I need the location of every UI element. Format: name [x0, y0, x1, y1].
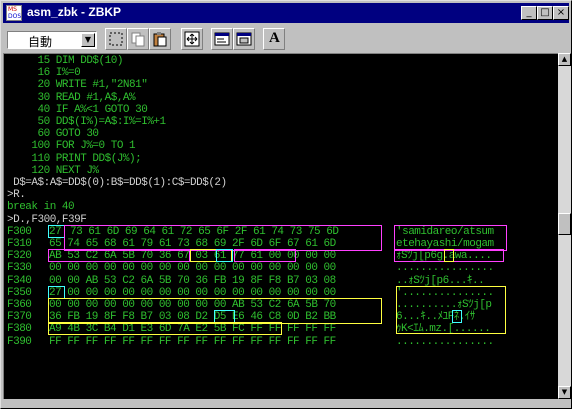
- dump-address: F310: [7, 238, 32, 250]
- mark-icon: [109, 32, 123, 46]
- dump-hex-bytes: 65 74 65 68 61 79 61 73 68 69 2F 6D 6F 6…: [49, 238, 336, 250]
- vertical-scrollbar[interactable]: ▲ ▼: [558, 53, 571, 399]
- mark-button[interactable]: [105, 28, 127, 50]
- dump-hex-bytes: 00 00 00 00 00 00 00 00 00 00 AB 53 C2 6…: [49, 299, 336, 311]
- dump-address: F340: [7, 274, 32, 287]
- copy-button[interactable]: [127, 28, 149, 50]
- dump-ascii: 'samidareo/atsum: [396, 225, 494, 238]
- terminal-line: 30 READ #1,A$,A%: [7, 91, 136, 104]
- terminal-line: break in 40: [7, 201, 75, 214]
- title-bar[interactable]: MS DOS asm_zbk - ZBKP _ □ ×: [3, 3, 569, 23]
- dump-hex-bytes: 00 00 AB 53 C2 6A 5B 70 36 FB 19 8F F8 B…: [49, 274, 336, 287]
- terminal-line: 15 DIM DD$(10): [7, 55, 124, 67]
- dump-hex-bytes: 00 00 00 00 00 00 00 00 00 00 00 00 00 0…: [49, 262, 336, 275]
- font-button[interactable]: A: [263, 28, 285, 50]
- dump-hex-bytes: 00 00 00 00 00 00 00 00 00 00 00 00 00 0…: [49, 286, 336, 299]
- msdos-icon[interactable]: MS DOS: [6, 5, 22, 21]
- properties-icon: [214, 32, 230, 46]
- close-button[interactable]: ×: [553, 6, 569, 20]
- bottom-strip: [3, 399, 571, 408]
- dump-address: F320: [7, 250, 32, 263]
- terminal-line: 40 IF A%<1 GOTO 30: [7, 103, 148, 116]
- font-icon: A: [269, 30, 280, 46]
- terminal-screen[interactable]: 15 DIM DD$(10) 16 I%=0 20 WRITE #1,"2N81…: [3, 53, 558, 399]
- chevron-down-icon[interactable]: ▼: [81, 33, 95, 47]
- background-button[interactable]: [233, 28, 255, 50]
- terminal-line: 50 DD$(I%)=A$:I%=I%+1: [7, 116, 167, 128]
- dump-address: F330: [7, 262, 32, 275]
- terminal-line: 120 NEXT J%: [7, 164, 99, 177]
- dump-address: F370: [7, 311, 32, 324]
- dump-ascii: ｩK<ｴﾑ.mz.[......: [396, 323, 491, 336]
- paste-button[interactable]: [149, 28, 171, 50]
- window-title: asm_zbk - ZBKP: [27, 5, 122, 19]
- dump-address: F390: [7, 335, 32, 348]
- dump-ascii: ..........ｫSﾂj[p: [396, 299, 492, 311]
- dump-ascii: ................: [396, 262, 494, 275]
- dump-ascii: ................: [396, 335, 494, 348]
- dump-ascii: ｫSﾂj[p6g.awa....: [396, 250, 492, 263]
- terminal-line: 16 I%=0: [7, 67, 81, 80]
- dump-hex-bytes: 36 FB 19 8F F8 B7 03 08 D2 D5 E6 46 C8 0…: [49, 311, 336, 324]
- properties-button[interactable]: [211, 28, 233, 50]
- font-size-value: 自動: [28, 35, 53, 49]
- scroll-thumb[interactable]: [558, 213, 571, 235]
- paste-icon: [153, 32, 167, 47]
- scroll-up-icon[interactable]: ▲: [558, 53, 571, 66]
- dump-first-byte: 27: [49, 225, 62, 238]
- dump-address: F350: [7, 286, 32, 299]
- background-icon: [236, 32, 252, 46]
- fullscreen-icon: [184, 31, 200, 47]
- terminal-line: 110 PRINT DD$(J%);: [7, 152, 142, 165]
- dump-hex-bytes: 73 61 6D 69 64 61 72 65 6F 2F 61 74 73 7…: [70, 225, 339, 238]
- dump-ascii: etehayashi/mogam: [396, 238, 494, 250]
- dump-hex-bytes: A9 4B 3C B4 D1 E3 6D 7A E2 5B FC FF FF F…: [49, 323, 336, 336]
- terminal-line: >R.: [7, 189, 26, 202]
- scroll-down-icon[interactable]: ▼: [558, 386, 571, 399]
- dump-ascii: 6...ｷ..ﾒﾕFﾈ.ｲｻ: [396, 311, 475, 324]
- dump-hex-bytes: AB 53 C2 6A 5B 70 36 67 03 61 77 61 00 0…: [49, 250, 336, 263]
- dump-address: F360: [7, 299, 32, 311]
- maximize-button[interactable]: □: [537, 6, 553, 20]
- dump-ascii: '...............: [396, 286, 494, 299]
- terminal-line: >D.,F300,F39F: [7, 213, 87, 226]
- toolbar: 自動 ▼ A: [3, 25, 569, 53]
- terminal-line: 100 FOR J%=0 TO 1: [7, 140, 136, 153]
- copy-icon: [131, 32, 145, 47]
- minimize-button[interactable]: _: [521, 6, 537, 20]
- fullscreen-button[interactable]: [181, 28, 203, 50]
- console-window: MS DOS asm_zbk - ZBKP _ □ × 自動 ▼ A 15 DI…: [0, 0, 572, 409]
- terminal-line: 20 WRITE #1,"2N81": [7, 79, 148, 92]
- dump-ascii: ..ｫSﾂj[p6...ｷ..: [396, 274, 485, 287]
- dump-hex-bytes: FF FF FF FF FF FF FF FF FF FF FF FF FF F…: [49, 335, 336, 348]
- terminal-line: D$=A$:A$=DD$(0):B$=DD$(1):C$=DD$(2): [7, 177, 227, 189]
- dump-address: F300: [7, 225, 32, 238]
- font-size-select[interactable]: 自動 ▼: [7, 31, 97, 49]
- dump-address: F380: [7, 323, 32, 336]
- terminal-line: 60 GOTO 30: [7, 128, 100, 141]
